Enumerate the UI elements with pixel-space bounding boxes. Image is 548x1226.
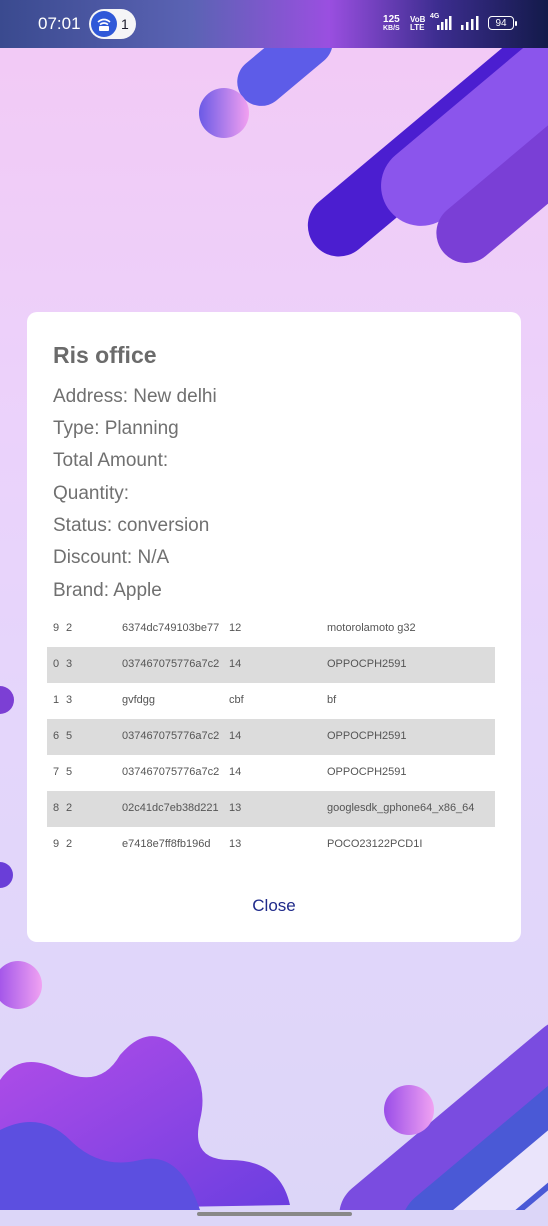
row-cell-device-id: 02c41dc7eb38d221 — [122, 802, 219, 814]
hotspot-indicator[interactable]: 1 — [89, 9, 136, 39]
signal-icon — [459, 15, 481, 31]
row-cell-a: 9 — [53, 622, 60, 634]
table-row[interactable]: 9 2 6374dc749103be77 12 motorolamoto g32 — [47, 611, 495, 647]
table-row[interactable]: 8 2 02c41dc7eb38d221 13 googlesdk_gphone… — [47, 791, 495, 827]
brand-label: Brand: — [53, 580, 114, 601]
type-line: Type: Planning — [53, 418, 179, 440]
row-cell-version: 12 — [229, 622, 242, 634]
type-label: Type: — [53, 418, 105, 439]
hotspot-icon — [91, 11, 117, 37]
row-cell-a: 0 — [53, 658, 60, 670]
row-cell-a: 6 — [53, 730, 60, 742]
row-cell-version: cbf — [229, 694, 244, 706]
row-cell-version: 14 — [229, 658, 242, 670]
network-speed-value: 125 — [383, 14, 400, 25]
device-table: 9 2 6374dc749103be77 12 motorolamoto g32… — [47, 611, 495, 863]
background-decoration-bottom — [0, 1019, 548, 1210]
quantity-line: Quantity: — [53, 483, 134, 505]
brand-value: Apple — [113, 580, 162, 601]
row-cell-a: 1 — [53, 694, 60, 706]
row-cell-a: 7 — [53, 766, 60, 778]
address-line: Address: New delhi — [53, 386, 217, 408]
row-cell-device-id: gvfdgg — [122, 694, 156, 706]
background-decoration-top — [199, 48, 548, 263]
row-cell-device-id: 037467075776a7c2 — [122, 730, 220, 742]
row-cell-b: 2 — [66, 802, 73, 814]
table-row[interactable]: 0 3 037467075776a7c2 14 OPPOCPH2591 — [47, 647, 495, 683]
row-cell-b: 3 — [66, 694, 73, 706]
row-cell-a: 9 — [53, 838, 60, 850]
home-indicator[interactable] — [197, 1212, 352, 1216]
detail-dialog: Ris office Address: New delhi Type: Plan… — [27, 312, 521, 942]
status-line: Status: conversion — [53, 515, 209, 537]
type-value: Planning — [104, 418, 179, 439]
row-cell-version: 13 — [229, 838, 242, 850]
row-cell-device-id: 6374dc749103be77 — [122, 622, 220, 634]
address-label: Address: — [53, 386, 134, 407]
close-button[interactable]: Close — [27, 896, 521, 916]
row-cell-b: 5 — [66, 730, 73, 742]
row-cell-b: 5 — [66, 766, 73, 778]
row-cell-model: googlesdk_gphone64_x86_64 — [327, 802, 475, 814]
discount-line: Discount: N/A — [53, 547, 169, 569]
network-speed-unit: KB/S — [383, 25, 400, 32]
table-row[interactable]: 1 3 gvfdgg cbf bf — [47, 683, 495, 719]
row-cell-device-id: 037467075776a7c2 — [122, 766, 220, 778]
row-cell-b: 2 — [66, 838, 73, 850]
row-cell-a: 8 — [53, 802, 60, 814]
volte-indicator: VoB LTE — [410, 16, 425, 32]
row-cell-version: 13 — [229, 802, 242, 814]
battery-icon: 94 — [488, 16, 517, 30]
row-cell-version: 14 — [229, 730, 242, 742]
discount-label: Discount: — [53, 547, 138, 568]
address-value: New delhi — [133, 386, 217, 407]
quantity-label: Quantity: — [53, 483, 135, 504]
signal-4g-icon: 4G — [430, 13, 452, 31]
row-cell-model: motorolamoto g32 — [327, 622, 416, 634]
row-cell-device-id: e7418e7ff8fb196d — [122, 838, 211, 850]
row-cell-model: bf — [327, 694, 337, 706]
hotspot-count: 1 — [121, 16, 129, 32]
status-bar: 07:01 1 125 KB/S VoB LTE 4G 94 — [0, 0, 548, 48]
battery-level: 94 — [495, 18, 507, 29]
row-cell-model: OPPOCPH2591 — [327, 766, 407, 778]
table-row[interactable]: 7 5 037467075776a7c2 14 OPPOCPH2591 — [47, 755, 495, 791]
brand-line: Brand: Apple — [53, 580, 162, 602]
discount-value: N/A — [137, 547, 170, 568]
total-amount-line: Total Amount: — [53, 450, 173, 472]
row-cell-version: 14 — [229, 766, 242, 778]
table-row[interactable]: 6 5 037467075776a7c2 14 OPPOCPH2591 — [47, 719, 495, 755]
table-row[interactable]: 9 2 e7418e7ff8fb196d 13 POCO23122PCD1I — [47, 827, 495, 863]
total-amount-label: Total Amount: — [53, 450, 174, 471]
row-cell-b: 2 — [66, 622, 73, 634]
status-time: 07:01 — [38, 14, 81, 33]
row-cell-b: 3 — [66, 658, 73, 670]
network-speed: 125 KB/S — [383, 15, 400, 33]
row-cell-model: OPPOCPH2591 — [327, 658, 407, 670]
dialog-title: Ris office — [53, 342, 157, 368]
row-cell-model: POCO23122PCD1I — [327, 838, 423, 850]
row-cell-model: OPPOCPH2591 — [327, 730, 407, 742]
status-value: conversion — [117, 515, 210, 536]
row-cell-device-id: 037467075776a7c2 — [122, 658, 220, 670]
volte-bottom: LTE — [410, 23, 425, 32]
status-label: Status: — [53, 515, 118, 536]
